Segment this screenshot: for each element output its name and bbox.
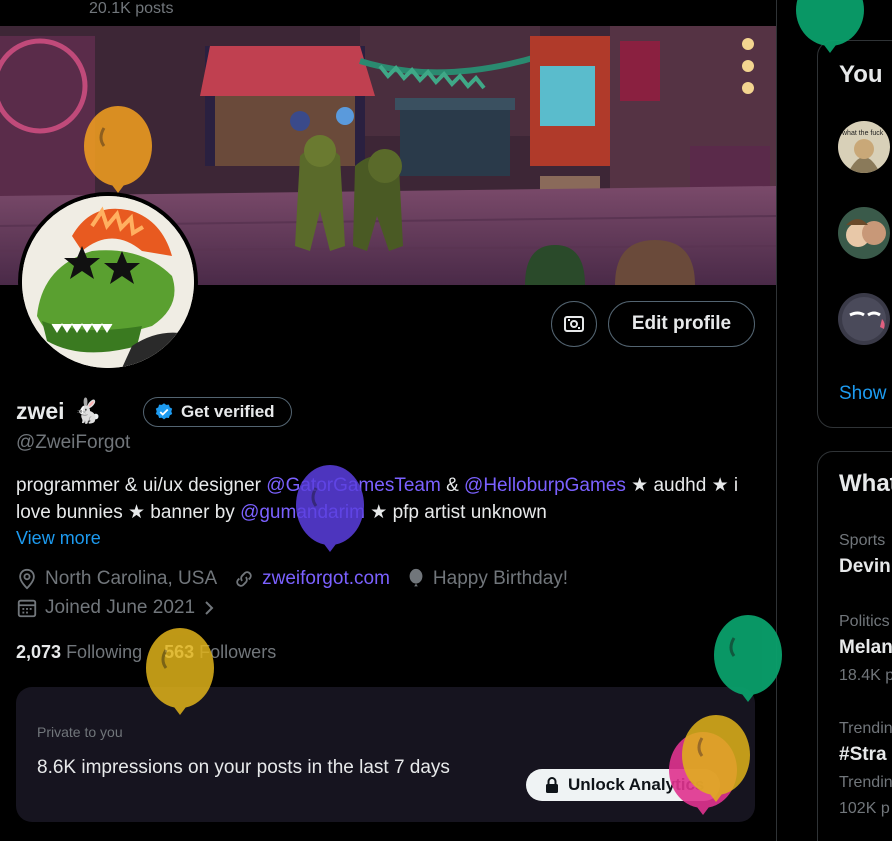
- followers-label: Followers: [199, 642, 277, 662]
- following-link[interactable]: 2,073 Following: [16, 642, 142, 663]
- you-section-title: You: [839, 61, 883, 88]
- who-to-follow-card: You what the fuck Show: [817, 40, 892, 428]
- birthday-item: Happy Birthday!: [406, 568, 568, 590]
- website-item: zweiforgot.com: [233, 568, 390, 590]
- unlock-analytics-label: Unlock Analytics: [568, 775, 705, 794]
- balloon-icon: [409, 568, 423, 587]
- trend-post-count: 18.4K p: [839, 667, 892, 684]
- followers-count: 563: [164, 642, 195, 662]
- get-verified-button[interactable]: Get verified: [143, 397, 292, 427]
- chevron-right-icon: [205, 601, 214, 615]
- follow-stats: 2,073 Following 563 Followers: [16, 642, 276, 663]
- trend-category: Trendin: [839, 774, 892, 791]
- lock-icon: [546, 777, 558, 793]
- profile-bio: programmer & ui/ux designer @GatorGamesT…: [16, 472, 766, 526]
- followers-link[interactable]: 563 Followers: [164, 642, 276, 663]
- following-count: 2,073: [16, 642, 62, 662]
- impressions-text: 8.6K impressions on your posts in the la…: [37, 757, 450, 778]
- whats-happening-title: What: [839, 470, 892, 497]
- display-name: zwei 🐇: [16, 397, 102, 426]
- bio-text: programmer & ui/ux designer: [16, 475, 267, 496]
- website-link[interactable]: zweiforgot.com: [262, 568, 390, 590]
- trend-name[interactable]: #Stra: [839, 744, 887, 766]
- profile-avatar[interactable]: [18, 192, 198, 372]
- location-pin-icon: [19, 568, 35, 590]
- verified-badge-icon: [155, 403, 173, 420]
- location-item: North Carolina, USA: [16, 568, 217, 590]
- analytics-card: Private to you 8.6K impressions on your …: [16, 687, 755, 822]
- birthday-text: Happy Birthday!: [432, 568, 569, 589]
- joined-item[interactable]: Joined June 2021: [16, 597, 216, 619]
- link-icon: [236, 571, 252, 587]
- view-more-link[interactable]: View more: [16, 528, 101, 549]
- profile-handle: @ZweiForgot: [16, 432, 131, 453]
- bio-text: ★ pfp artist unknown: [364, 502, 547, 523]
- trend-category: Trendin: [839, 720, 892, 737]
- posts-count: 20.1K posts: [89, 0, 174, 17]
- display-name-text: zwei: [16, 398, 65, 424]
- unlock-analytics-button[interactable]: Unlock Analytics: [526, 769, 721, 801]
- profile-column: 20.1K posts Edit profile zwei 🐇 Get veri…: [0, 0, 777, 841]
- calendar-icon: [17, 599, 37, 618]
- suggested-user-avatar[interactable]: what the fuck: [838, 121, 890, 173]
- rabbit-emoji: 🐇: [72, 398, 103, 425]
- bio-text: &: [440, 475, 465, 496]
- trend-category: Politics: [839, 613, 890, 630]
- suggested-user-avatar[interactable]: [838, 293, 890, 345]
- joined-text: Joined June 2021: [45, 597, 196, 618]
- edit-profile-button[interactable]: Edit profile: [608, 301, 755, 347]
- trend-name[interactable]: Devin: [839, 556, 891, 578]
- avatar-caption: what the fuck: [841, 130, 884, 137]
- money-icon: [564, 316, 584, 332]
- trend-post-count: 102K p: [839, 800, 890, 817]
- whats-happening-card: What Sports Devin Politics Melan 18.4K p…: [817, 451, 892, 841]
- suggested-user-avatar[interactable]: [838, 207, 890, 259]
- trend-name[interactable]: Melan: [839, 637, 892, 659]
- following-label: Following: [66, 642, 143, 662]
- trend-category: Sports: [839, 532, 886, 549]
- private-label: Private to you: [37, 724, 123, 740]
- bio-mention-link[interactable]: @GatorGamesTeam: [266, 475, 441, 496]
- bio-mention-link[interactable]: @HelloburpGames: [464, 475, 626, 496]
- get-verified-label: Get verified: [181, 402, 275, 421]
- joined-row: Joined June 2021: [16, 597, 232, 619]
- profile-meta-row: North Carolina, USA zweiforgot.com Happy…: [16, 568, 584, 590]
- avatar-image: [22, 196, 194, 368]
- bio-mention-link[interactable]: @gumandarim: [240, 502, 365, 523]
- switch-account-button[interactable]: [551, 301, 597, 347]
- show-more-link[interactable]: Show: [839, 383, 887, 405]
- location-text: North Carolina, USA: [45, 568, 218, 589]
